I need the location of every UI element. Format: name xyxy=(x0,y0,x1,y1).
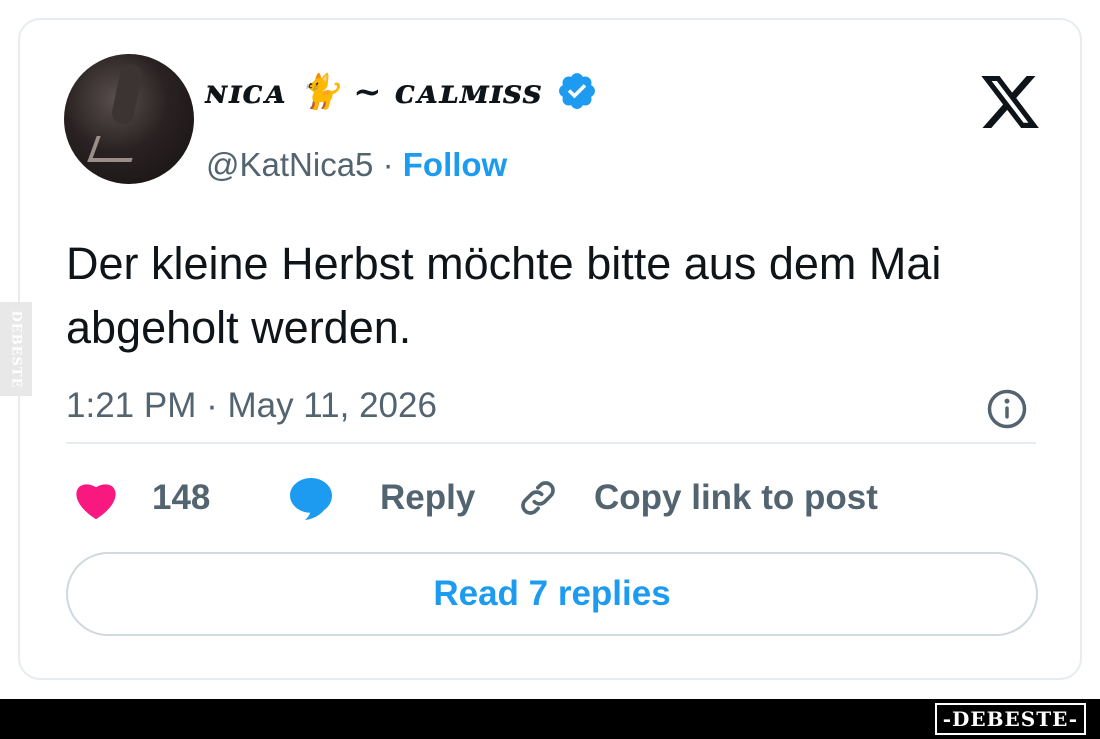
follow-button[interactable]: Follow xyxy=(403,146,507,183)
timestamp[interactable]: 1:21 PM · May 11, 2026 xyxy=(66,386,437,426)
separator: · xyxy=(382,146,394,183)
verified-badge-icon xyxy=(559,73,595,109)
avatar[interactable] xyxy=(64,54,194,184)
divider xyxy=(66,442,1036,444)
like-count: 148 xyxy=(152,478,211,517)
handle[interactable]: @KatNica5 xyxy=(206,146,373,183)
read-replies-button[interactable]: Read 7 replies xyxy=(66,552,1038,636)
side-watermark-text: DEBESTE xyxy=(8,309,24,389)
display-name[interactable]: ɴɪᴄᴀ 🐈 ~ ᴄᴀʟᴍɪss xyxy=(204,72,542,112)
brand-watermark: -DEBESTE- xyxy=(934,703,1086,735)
reply-button[interactable]: Reply xyxy=(286,476,475,520)
info-icon[interactable] xyxy=(986,388,1028,430)
link-icon xyxy=(521,481,555,515)
copy-link-label: Copy link to post xyxy=(594,478,878,517)
copy-link-button[interactable]: Copy link to post xyxy=(516,476,878,520)
tweet-text: Der kleine Herbst möchte bitte aus dem M… xyxy=(66,238,942,353)
side-watermark: DEBESTE xyxy=(0,302,32,396)
heart-icon xyxy=(76,484,116,520)
like-button[interactable]: 148 xyxy=(72,476,210,520)
reply-label: Reply xyxy=(380,478,476,517)
handle-row: @KatNica5 · Follow xyxy=(206,146,507,184)
bottom-bar: -DEBESTE- xyxy=(0,699,1100,739)
speech-bubble-icon xyxy=(290,478,332,520)
x-logo-icon[interactable] xyxy=(976,70,1044,134)
tweet-card: ɴɪᴄᴀ 🐈 ~ ᴄᴀʟᴍɪss @KatNica5 · Follow Der … xyxy=(18,18,1082,680)
